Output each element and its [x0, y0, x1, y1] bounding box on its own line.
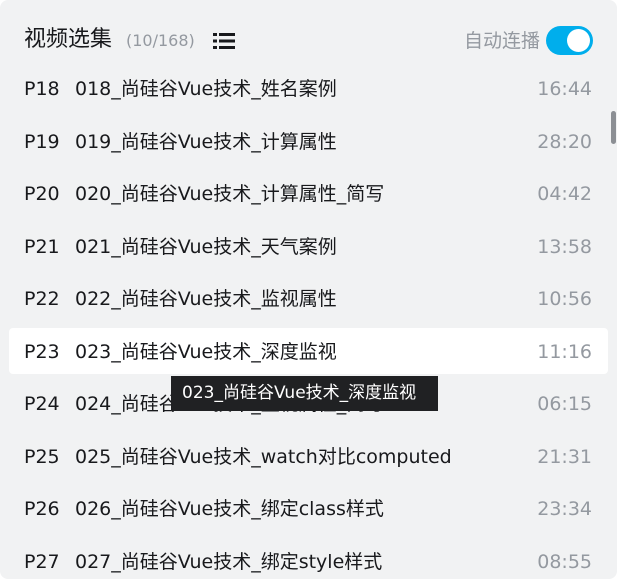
episode-row[interactable]: P19 019_尚硅谷Vue技术_计算属性 28:20 [9, 118, 608, 164]
episode-duration: 10:56 [537, 288, 592, 310]
episode-list-header: 视频选集 (10/168) 自动连播 [0, 0, 617, 62]
episode-row[interactable]: P22 022_尚硅谷Vue技术_监视属性 10:56 [9, 275, 608, 321]
episode-progress-count: (10/168) [126, 31, 195, 50]
episode-list: P18 018_尚硅谷Vue技术_姓名案例 16:44 P19 019_尚硅谷Vue技术… [9, 62, 608, 579]
episode-title: 019_尚硅谷Vue技术_计算属性 [75, 130, 337, 153]
scrollbar-thumb[interactable] [611, 111, 616, 144]
episode-row[interactable]: P27 027_尚硅谷Vue技术_绑定style样式 08:55 [9, 538, 608, 579]
panel-title: 视频选集 [24, 27, 113, 52]
episode-row[interactable]: P20 020_尚硅谷Vue技术_计算属性_简写 04:42 [9, 170, 608, 216]
episode-index: P25 [24, 445, 60, 468]
episode-title: 020_尚硅谷Vue技术_计算属性_简写 [75, 183, 385, 205]
list-view-icon[interactable] [213, 32, 235, 50]
episode-title: 021_尚硅谷Vue技术_天气案例 [75, 235, 337, 258]
episode-title: 027_尚硅谷Vue技术_绑定style样式 [75, 550, 383, 573]
autoplay-label: 自动连播 [463, 30, 540, 52]
episode-index: P22 [24, 288, 60, 310]
episode-duration: 28:20 [537, 130, 592, 153]
episode-duration: 08:55 [537, 550, 592, 573]
toggle-knob [567, 29, 590, 52]
episode-index: P19 [24, 130, 60, 153]
episode-row[interactable]: P26 026_尚硅谷Vue技术_绑定class样式 23:34 [9, 485, 608, 531]
episode-row[interactable]: P21 021_尚硅谷Vue技术_天气案例 13:58 [9, 223, 608, 269]
episode-index: P27 [24, 550, 60, 573]
episode-row[interactable]: P23 023_尚硅谷Vue技术_深度监视 11:16 [9, 327, 608, 374]
episode-title: 018_尚硅谷Vue技术_姓名案例 [75, 78, 337, 100]
episode-duration: 04:42 [537, 183, 592, 205]
episode-index: P24 [24, 393, 60, 415]
episode-title: 023_尚硅谷Vue技术_深度监视 [75, 340, 337, 363]
episode-duration: 21:31 [537, 445, 592, 468]
episode-duration: 11:16 [537, 340, 592, 363]
autoplay-toggle[interactable] [546, 26, 593, 55]
episode-title: 025_尚硅谷Vue技术_watch对比computed [75, 445, 452, 468]
episode-duration: 23:34 [537, 498, 592, 520]
episode-title: 022_尚硅谷Vue技术_监视属性 [75, 288, 337, 310]
episode-duration: 06:15 [537, 393, 592, 415]
episode-row[interactable]: P18 018_尚硅谷Vue技术_姓名案例 16:44 [9, 65, 608, 111]
episode-index: P18 [24, 78, 60, 100]
episode-index: P26 [24, 498, 60, 520]
episode-row[interactable]: P25 025_尚硅谷Vue技术_watch对比computed 21:31 [9, 433, 608, 479]
episode-duration: 13:58 [537, 235, 592, 258]
episode-index: P23 [24, 340, 60, 363]
episode-duration: 16:44 [537, 78, 592, 100]
episode-title-tooltip: 023_尚硅谷Vue技术_深度监视 [171, 376, 438, 411]
episode-index: P20 [24, 183, 60, 205]
episode-list-panel: 视频选集 (10/168) 自动连播 P18 018_尚硅谷Vue技术_姓名案例 1… [0, 0, 617, 579]
episode-title: 026_尚硅谷Vue技术_绑定class样式 [75, 498, 384, 520]
episode-index: P21 [24, 235, 60, 258]
